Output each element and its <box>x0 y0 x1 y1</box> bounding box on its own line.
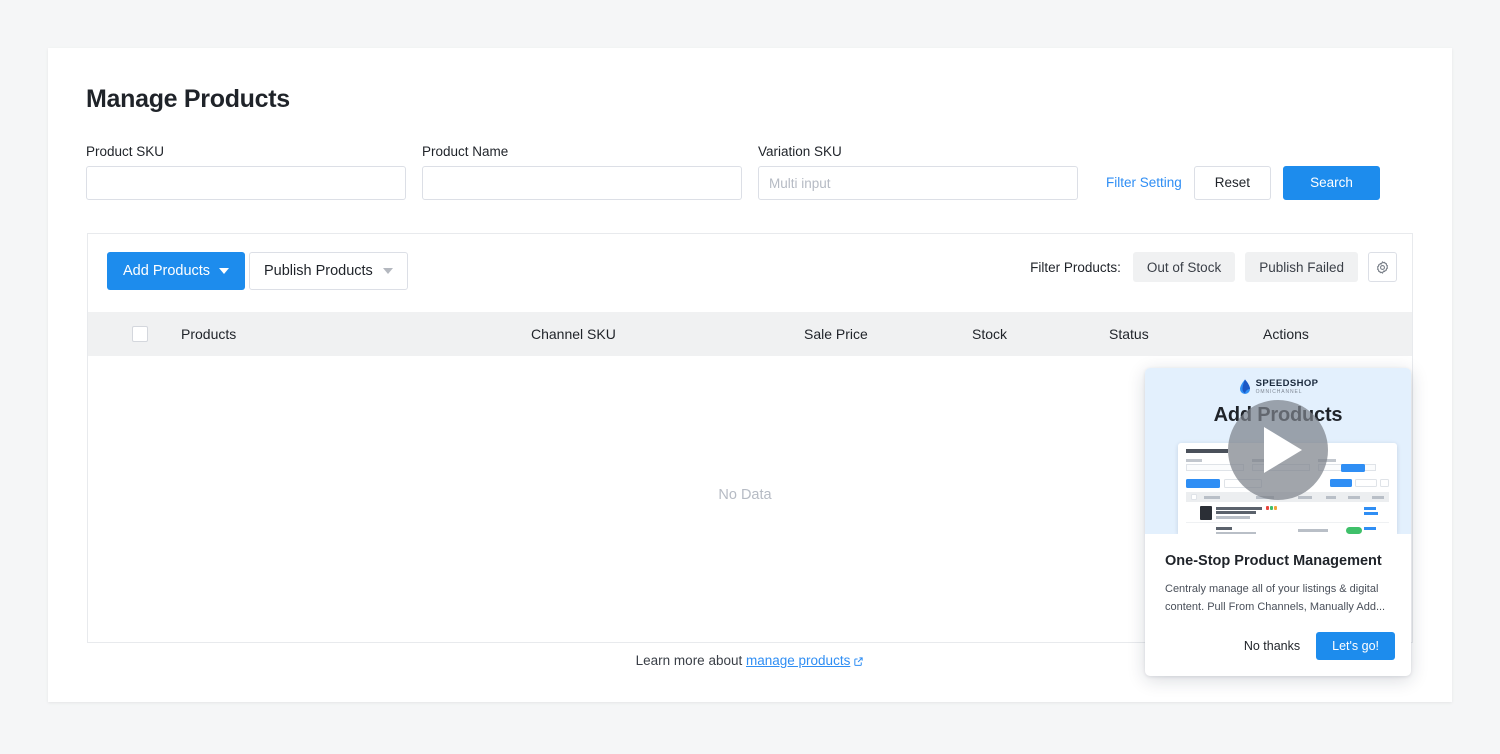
thumb-chip <box>1330 479 1352 487</box>
column-settings-button[interactable] <box>1368 252 1397 282</box>
publish-products-button[interactable]: Publish Products <box>249 252 408 290</box>
brand-tagline: OMNICHANNEL <box>1255 389 1303 395</box>
thumb-product-name <box>1216 507 1262 510</box>
chevron-down-icon <box>382 268 393 274</box>
thumb-variant <box>1216 527 1232 530</box>
thumb-chip <box>1355 479 1377 487</box>
column-header-status: Status <box>1109 326 1149 342</box>
column-header-actions: Actions <box>1263 326 1309 342</box>
thumb-title <box>1186 449 1228 453</box>
play-icon <box>1264 427 1302 473</box>
filter-products-label: Filter Products: <box>1030 259 1121 275</box>
promo-heading: One-Stop Product Management <box>1165 553 1382 569</box>
thumb-status-badge <box>1346 527 1362 534</box>
external-link-icon <box>853 655 864 670</box>
thumb-tag <box>1270 506 1273 510</box>
thumb-add-button <box>1186 479 1220 488</box>
table-toolbar: Add Products Publish Products Filter Pro… <box>88 234 1412 312</box>
variation-sku-input[interactable] <box>758 166 1078 200</box>
select-all-cell <box>132 326 148 342</box>
promo-body: One-Stop Product Management Centraly man… <box>1145 534 1411 616</box>
thumb-col <box>1348 496 1360 499</box>
chip-publish-failed[interactable]: Publish Failed <box>1245 252 1358 282</box>
chevron-down-icon <box>219 268 230 274</box>
thumb-label <box>1186 459 1202 462</box>
no-thanks-button[interactable]: No thanks <box>1242 639 1302 653</box>
column-header-channel-sku: Channel SKU <box>531 326 616 342</box>
promo-header: SPEEDSHOP OMNICHANNEL Add Products <box>1145 368 1411 534</box>
variation-sku-field: Variation SKU <box>758 144 1078 200</box>
thumb-gear <box>1380 479 1389 487</box>
gear-icon <box>1376 260 1389 274</box>
thumb-product-meta <box>1216 516 1250 519</box>
promo-footer: No thanks Let's go! <box>1242 632 1395 660</box>
learn-more-prefix: Learn more about <box>635 653 743 668</box>
reset-button[interactable]: Reset <box>1193 166 1272 200</box>
thumb-tag <box>1266 506 1269 510</box>
search-filter-row: Product SKU Product Name Variation SKU F… <box>86 144 1416 204</box>
thumb-product-image <box>1200 506 1212 520</box>
chip-out-of-stock[interactable]: Out of Stock <box>1132 252 1236 282</box>
lets-go-button[interactable]: Let's go! <box>1316 632 1395 660</box>
variation-sku-label: Variation SKU <box>758 144 842 159</box>
thumb-col <box>1326 496 1336 499</box>
page-title: Manage Products <box>86 85 290 113</box>
product-name-label: Product Name <box>422 144 509 159</box>
search-button[interactable]: Search <box>1283 166 1380 200</box>
brand-logo-text: SPEEDSHOP OMNICHANNEL <box>1256 379 1319 395</box>
manage-products-link[interactable]: manage products <box>746 653 850 668</box>
filter-products-group: Filter Products: Out of Stock Publish Fa… <box>1030 252 1397 282</box>
table-header-row: Products Channel SKU Sale Price Stock St… <box>88 312 1412 356</box>
thumb-col <box>1372 496 1384 499</box>
water-drop-logo-icon <box>1239 379 1250 394</box>
column-header-sale-price: Sale Price <box>804 326 868 342</box>
thumb-checkbox <box>1191 494 1197 500</box>
filter-action-group: Filter Setting Reset Search <box>1106 166 1380 200</box>
play-button[interactable] <box>1228 400 1328 500</box>
promo-description: Centraly manage all of your listings & d… <box>1165 583 1386 613</box>
product-name-field: Product Name <box>422 144 742 200</box>
thumb-action-link <box>1364 512 1378 515</box>
thumb-col <box>1298 496 1312 499</box>
product-sku-label: Product SKU <box>86 144 165 159</box>
app-root: Manage Products Product SKU Product Name… <box>0 0 1500 754</box>
product-sku-input[interactable] <box>86 166 406 200</box>
thumb-col <box>1204 496 1220 499</box>
thumb-action-link <box>1364 527 1376 530</box>
thumb-product-name <box>1216 511 1256 514</box>
thumb-action-link <box>1364 507 1376 510</box>
thumb-channel-sku <box>1298 529 1328 532</box>
filter-setting-link[interactable]: Filter Setting <box>1106 166 1182 200</box>
product-name-input[interactable] <box>422 166 742 200</box>
column-header-stock: Stock <box>972 326 1008 342</box>
select-all-checkbox[interactable] <box>132 326 148 342</box>
brand-name: SPEEDSHOP <box>1255 378 1319 389</box>
thumb-search-button <box>1341 464 1365 472</box>
publish-products-label: Publish Products <box>264 263 373 279</box>
brand-logo: SPEEDSHOP OMNICHANNEL <box>1145 379 1411 395</box>
column-header-products: Products <box>181 326 237 342</box>
empty-state-text: No Data <box>718 487 772 503</box>
product-sku-field: Product SKU <box>86 144 406 200</box>
thumb-tag <box>1274 506 1277 510</box>
promo-popup: SPEEDSHOP OMNICHANNEL Add Products <box>1145 368 1411 676</box>
add-products-button[interactable]: Add Products <box>107 252 246 290</box>
add-products-label: Add Products <box>123 263 211 279</box>
thumb-variant-meta <box>1216 532 1256 534</box>
